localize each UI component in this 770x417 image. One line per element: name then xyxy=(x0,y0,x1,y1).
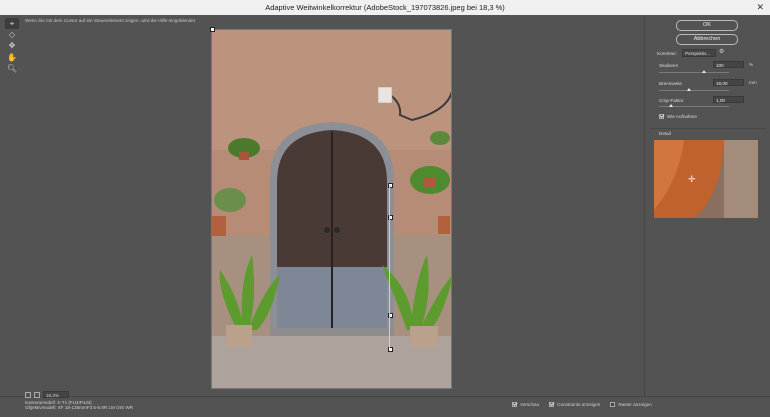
move-tool-button[interactable]: ✥ xyxy=(5,40,19,51)
show-constraints-checkbox-box[interactable] xyxy=(549,402,555,407)
settings-panel: OK Abbrechen Korrektur: Perspektiv... ⚙︎… xyxy=(644,16,770,396)
as-shot-checkbox[interactable]: Wie Aufnahme xyxy=(659,114,697,119)
zoom-in-icon[interactable] xyxy=(34,391,40,398)
scale-slider[interactable] xyxy=(659,70,729,73)
cancel-button[interactable]: Abbrechen xyxy=(676,34,738,45)
zoom-icon: 🔍︎ xyxy=(6,64,18,73)
constraint-tool-button[interactable]: ⌖ xyxy=(5,18,19,29)
preview-label: Vorschau xyxy=(520,402,540,407)
scale-input[interactable]: 100 xyxy=(713,61,744,68)
constraint-icon: ⌖ xyxy=(9,19,15,28)
constraint-line[interactable] xyxy=(389,185,390,348)
detail-label: Detail xyxy=(659,131,671,136)
preview-checkbox-box[interactable] xyxy=(512,402,517,407)
as-shot-checkbox-box[interactable] xyxy=(659,114,664,119)
image-preview[interactable] xyxy=(211,29,452,389)
zoom-out-icon[interactable] xyxy=(25,391,31,398)
move-icon: ✥ xyxy=(8,41,16,50)
tool-palette: ⌖ ◇ ✥ ✋ 🔍︎ xyxy=(3,16,21,396)
status-bar: 18,3% Kameramodell: X-T1 (FUJIFILM) Obje… xyxy=(0,391,770,417)
view-options: Vorschau Constraints anzeigen Raster anz… xyxy=(512,402,652,407)
focal-length-unit: mm xyxy=(749,80,757,85)
help-hint: Wenn Sie mit dem Cursor auf ein Steuerel… xyxy=(25,18,195,23)
title-bar: Adaptive Weitwinkelkorrektur (AdobeStock… xyxy=(0,0,770,15)
show-constraints-checkbox[interactable]: Constraints anzeigen xyxy=(549,402,600,407)
crop-factor-slider[interactable] xyxy=(659,104,729,107)
crosshair-icon: ✛ xyxy=(688,175,696,185)
focal-length-slider[interactable] xyxy=(659,88,729,91)
preview-checkbox[interactable]: Vorschau xyxy=(512,402,539,407)
crop-factor-label: Crop-Faktor xyxy=(659,98,684,103)
zoom-control: 18,3% xyxy=(25,390,69,399)
correction-label: Korrektur: xyxy=(657,51,678,56)
preview-image xyxy=(212,30,451,388)
crop-factor-input[interactable]: 1,00 xyxy=(713,96,744,103)
detail-image: ✛ xyxy=(654,140,758,218)
focal-length-label: Brennweite xyxy=(659,81,682,86)
zoom-select[interactable]: 18,3% xyxy=(43,391,69,398)
gear-icon[interactable]: ⚙︎ xyxy=(719,48,724,55)
correction-select[interactable]: Perspektiv... xyxy=(682,49,716,57)
polygon-constraint-tool-button[interactable]: ◇ xyxy=(5,29,19,40)
focal-length-slider-knob[interactable] xyxy=(687,88,691,91)
zoom-tool-button[interactable]: 🔍︎ xyxy=(5,63,19,74)
scale-slider-knob[interactable] xyxy=(702,70,706,73)
polygon-icon: ◇ xyxy=(8,30,16,39)
detail-preview: ✛ xyxy=(654,140,758,218)
crop-factor-slider-knob[interactable] xyxy=(669,104,673,107)
hand-tool-button[interactable]: ✋ xyxy=(5,52,19,63)
show-mesh-label: Raster anzeigen xyxy=(618,402,652,407)
as-shot-label: Wie Aufnahme xyxy=(667,114,697,119)
ok-button[interactable]: OK xyxy=(676,20,738,31)
lens-model: Objektivmodell: XF 18-135mmF3.5-5.6R LM … xyxy=(25,405,133,410)
scale-label: Skalieren xyxy=(659,63,679,68)
close-window-button[interactable]: ✕ xyxy=(756,2,764,13)
window-title: Adaptive Weitwinkelkorrektur (AdobeStock… xyxy=(265,3,505,12)
hand-icon: ✋ xyxy=(7,53,17,62)
constraint-handle[interactable] xyxy=(210,27,215,32)
show-mesh-checkbox-box[interactable] xyxy=(610,402,616,407)
show-constraints-label: Constraints anzeigen xyxy=(557,402,601,407)
focal-length-input[interactable]: 16,00 xyxy=(713,79,744,86)
panel-divider xyxy=(649,128,767,129)
show-mesh-checkbox[interactable]: Raster anzeigen xyxy=(610,402,652,407)
scale-unit: % xyxy=(749,62,754,67)
